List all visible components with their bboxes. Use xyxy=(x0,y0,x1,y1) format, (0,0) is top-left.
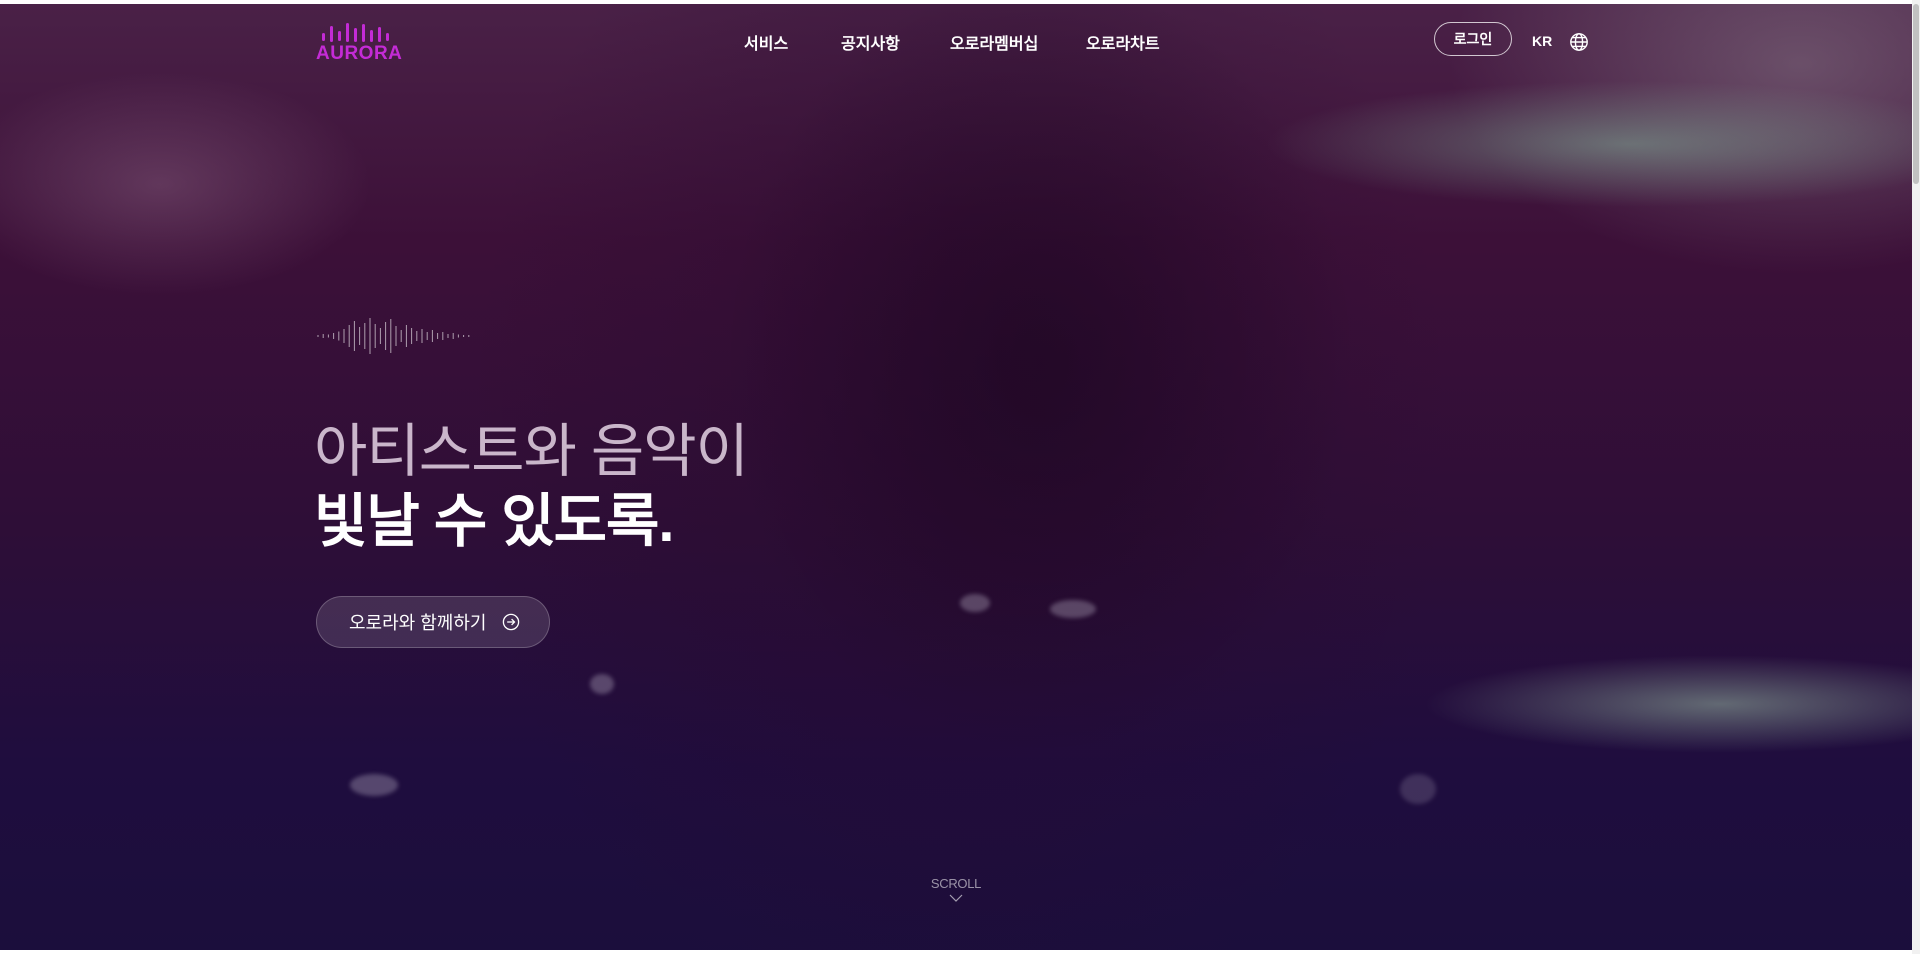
bokeh-light xyxy=(350,774,398,796)
scroll-label: SCROLL xyxy=(930,876,982,891)
hero-section: AURORA 서비스 공지사항 오로라멤버십 오로라차트 로그인 KR 아티스트… xyxy=(0,4,1912,954)
site-header: AURORA 서비스 공지사항 오로라멤버십 오로라차트 로그인 KR xyxy=(0,4,1912,82)
bokeh-light xyxy=(960,594,990,612)
aurora-logo[interactable]: AURORA xyxy=(316,22,406,64)
bokeh-light xyxy=(1050,600,1096,618)
arrow-right-circle-icon xyxy=(503,613,520,631)
page: AURORA 서비스 공지사항 오로라멤버십 오로라차트 로그인 KR 아티스트… xyxy=(0,0,1920,954)
login-button[interactable]: 로그인 xyxy=(1434,22,1512,56)
hero-headline-line2: 빛날 수 있도록. xyxy=(314,489,675,554)
globe-icon[interactable] xyxy=(1569,32,1589,52)
nav-item-notices[interactable]: 공지사항 xyxy=(841,30,900,54)
bokeh-light xyxy=(590,674,614,694)
nav-item-membership[interactable]: 오로라멤버십 xyxy=(950,30,1038,54)
logo-wordmark: AURORA xyxy=(316,43,403,64)
scroll-indicator[interactable]: SCROLL xyxy=(920,876,992,903)
vertical-scrollbar[interactable] xyxy=(1912,0,1920,954)
scrollbar-thumb[interactable] xyxy=(1913,4,1919,184)
chevron-down-icon xyxy=(949,894,963,902)
nav-item-services[interactable]: 서비스 xyxy=(744,30,788,54)
nav-item-chart[interactable]: 오로라차트 xyxy=(1086,30,1160,54)
sound-wave-icon xyxy=(317,318,470,354)
bokeh-light xyxy=(1400,774,1436,804)
join-aurora-button[interactable]: 오로라와 함께하기 xyxy=(316,596,550,648)
logo-waveform-icon xyxy=(322,23,389,42)
join-aurora-label: 오로라와 함께하기 xyxy=(349,613,487,633)
language-selector[interactable]: KR xyxy=(1532,33,1552,49)
page-bottom-edge xyxy=(0,950,1912,954)
